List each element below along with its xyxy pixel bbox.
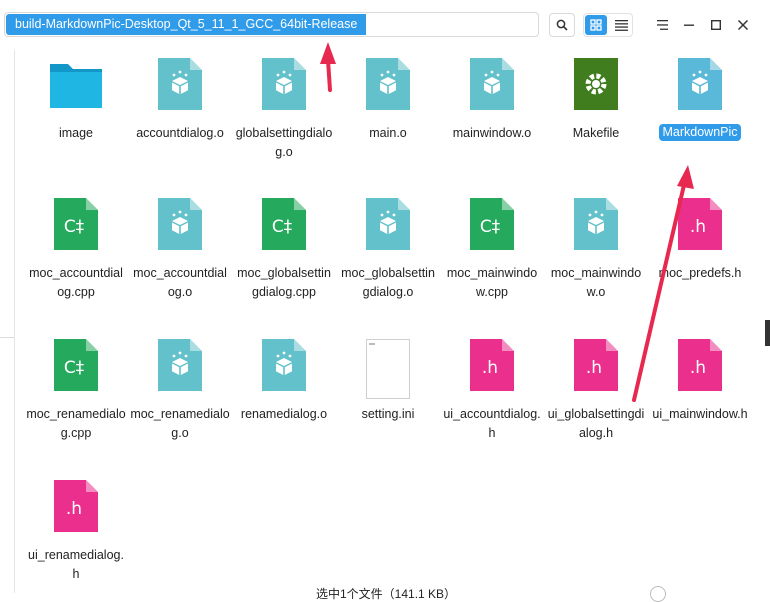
svg-text:.h: .h xyxy=(586,358,602,378)
file-item[interactable]: C‡ moc_mainwindow.cpp xyxy=(440,198,544,302)
grid-icon xyxy=(590,19,602,31)
title-bar: build-MarkdownPic-Desktop_Qt_5_11_1_GCC_… xyxy=(0,0,770,50)
svg-text:C‡: C‡ xyxy=(64,358,85,378)
object-file-icon xyxy=(158,339,202,391)
svg-text:.h: .h xyxy=(66,499,82,519)
object-file-icon xyxy=(574,198,618,250)
file-name: ui_renamedialog.h xyxy=(28,548,124,581)
file-item[interactable]: MarkdownPic xyxy=(648,58,752,141)
file-item[interactable]: C‡ moc_renamedialog.cpp xyxy=(24,339,128,443)
maximize-icon xyxy=(711,20,721,30)
file-name: ui_globalsettingdialog.h xyxy=(547,407,645,440)
minimize-button[interactable] xyxy=(677,13,701,37)
file-name: main.o xyxy=(369,126,407,140)
header-file-icon: .h xyxy=(54,480,98,532)
makefile-file-icon xyxy=(574,58,618,110)
ini-file-icon xyxy=(366,339,410,399)
file-item[interactable]: moc_globalsettingdialog.o xyxy=(336,198,440,302)
file-item[interactable]: .h ui_renamedialog.h xyxy=(24,480,128,584)
file-item[interactable]: C‡ moc_accountdialog.cpp xyxy=(24,198,128,302)
svg-text:C‡: C‡ xyxy=(272,217,293,237)
cpp-file-icon: C‡ xyxy=(54,198,98,250)
file-item[interactable]: setting.ini xyxy=(336,339,440,424)
file-item[interactable]: C‡ moc_globalsettingdialog.cpp xyxy=(232,198,336,302)
header-file-icon: .h xyxy=(574,339,618,391)
header-file-icon: .h xyxy=(470,339,514,391)
file-item[interactable]: accountdialog.o xyxy=(128,58,232,143)
file-name: moc_renamedialog.cpp xyxy=(26,407,126,440)
search-icon xyxy=(556,19,568,31)
view-mode-toggle xyxy=(583,13,633,37)
maximize-button[interactable] xyxy=(704,13,728,37)
header-file-icon: .h xyxy=(678,198,722,250)
folder-file-icon xyxy=(50,58,102,110)
svg-text:.h: .h xyxy=(690,358,706,378)
close-button[interactable] xyxy=(731,13,755,37)
file-name: ui_accountdialog.h xyxy=(443,407,541,440)
cpp-file-icon: C‡ xyxy=(54,339,98,391)
file-item[interactable]: .h ui_mainwindow.h xyxy=(648,339,752,424)
svg-text:.h: .h xyxy=(482,358,498,378)
sidebar-edge xyxy=(0,50,15,593)
svg-text:C‡: C‡ xyxy=(64,217,85,237)
file-name: accountdialog.o xyxy=(136,126,224,140)
cpp-file-icon: C‡ xyxy=(262,198,306,250)
object-file-icon xyxy=(262,58,306,110)
scrollbar-handle[interactable] xyxy=(765,320,770,346)
file-name: moc_accountdialog.cpp xyxy=(29,266,123,299)
object-file-icon xyxy=(366,58,410,110)
file-name: moc_accountdialog.o xyxy=(133,266,227,299)
object-file-icon xyxy=(470,58,514,110)
file-name: setting.ini xyxy=(361,407,415,421)
icon-view-button[interactable] xyxy=(585,15,607,35)
status-indicator xyxy=(650,586,666,602)
minimize-icon xyxy=(684,24,694,26)
file-name: moc_globalsettingdialog.o xyxy=(341,266,435,299)
file-item[interactable]: .h moc_predefs.h xyxy=(648,198,752,283)
file-name: MarkdownPic xyxy=(659,124,741,141)
file-name: Makefile xyxy=(572,126,620,140)
file-item[interactable]: globalsettingdialog.o xyxy=(232,58,336,162)
sidebar-divider xyxy=(0,337,14,338)
cpp-file-icon: C‡ xyxy=(470,198,514,250)
svg-text:C‡: C‡ xyxy=(480,217,501,237)
hamburger-icon xyxy=(656,20,668,30)
search-button[interactable] xyxy=(549,13,575,37)
list-view-button[interactable] xyxy=(610,15,632,35)
object-file-icon xyxy=(158,198,202,250)
file-item[interactable]: main.o xyxy=(336,58,440,143)
file-name: globalsettingdialog.o xyxy=(235,126,333,159)
file-name: moc_mainwindow.o xyxy=(550,266,642,299)
file-item[interactable]: .h ui_accountdialog.h xyxy=(440,339,544,443)
file-name: moc_globalsettingdialog.cpp xyxy=(237,266,331,299)
file-name: ui_mainwindow.h xyxy=(652,407,748,421)
list-icon xyxy=(614,19,628,31)
object-file-icon xyxy=(262,339,306,391)
menu-button[interactable] xyxy=(650,13,674,37)
file-name: image xyxy=(58,126,94,140)
executable-file-icon xyxy=(678,58,722,110)
address-bar[interactable]: build-MarkdownPic-Desktop_Qt_5_11_1_GCC_… xyxy=(4,12,539,37)
status-bar-text: 选中1个文件（141.1 KB） xyxy=(316,587,457,601)
file-item[interactable]: .h ui_globalsettingdialog.h xyxy=(544,339,648,443)
file-item[interactable]: moc_mainwindow.o xyxy=(544,198,648,302)
file-item[interactable]: mainwindow.o xyxy=(440,58,544,143)
file-name: mainwindow.o xyxy=(452,126,532,140)
file-item[interactable]: moc_accountdialog.o xyxy=(128,198,232,302)
object-file-icon xyxy=(366,198,410,250)
file-item[interactable]: renamedialog.o xyxy=(232,339,336,424)
file-item[interactable]: moc_renamedialog.o xyxy=(128,339,232,443)
header-file-icon: .h xyxy=(678,339,722,391)
svg-text:.h: .h xyxy=(690,217,706,237)
file-item[interactable]: Makefile xyxy=(544,58,648,143)
file-name: moc_renamedialog.o xyxy=(130,407,230,440)
file-name: moc_predefs.h xyxy=(658,266,742,280)
file-name: renamedialog.o xyxy=(240,407,328,421)
address-path[interactable]: build-MarkdownPic-Desktop_Qt_5_11_1_GCC_… xyxy=(6,14,367,35)
object-file-icon xyxy=(158,58,202,110)
close-icon xyxy=(738,20,748,30)
file-item[interactable]: image xyxy=(24,58,128,143)
file-name: moc_mainwindow.cpp xyxy=(446,266,538,299)
